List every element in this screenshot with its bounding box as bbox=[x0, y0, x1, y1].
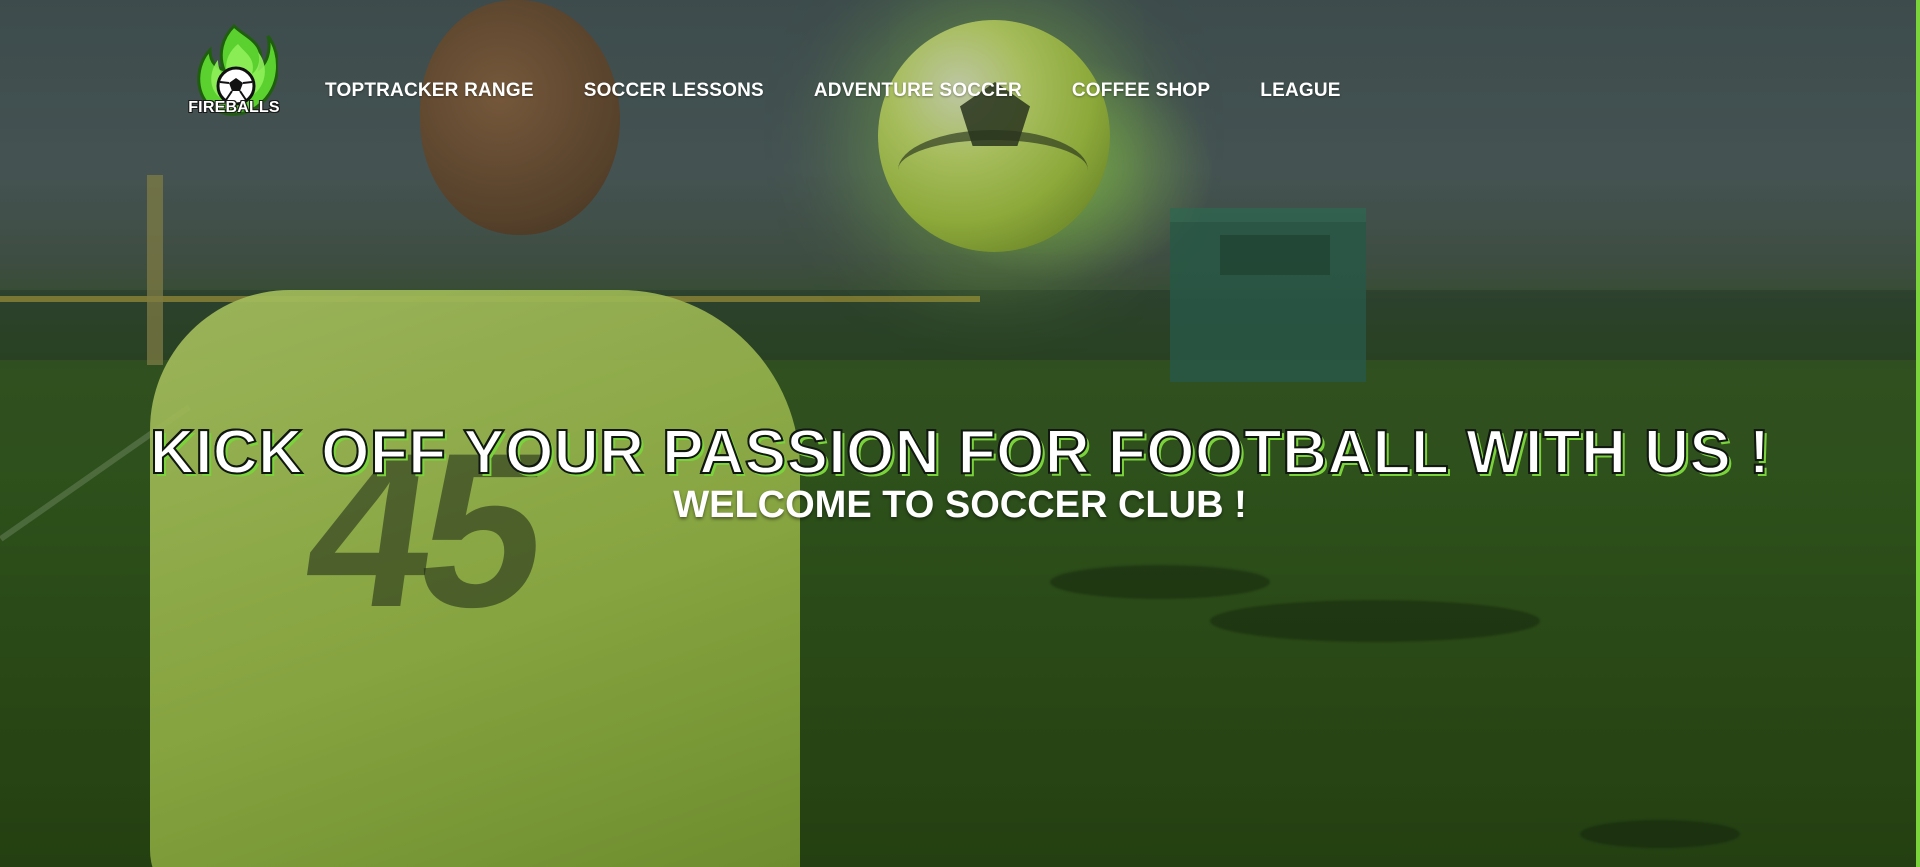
nav-link-coffee-shop[interactable]: COFFEE SHOP bbox=[1072, 78, 1210, 104]
nav-link-adventure-soccer[interactable]: ADVENTURE SOCCER bbox=[814, 78, 1022, 104]
site-header: FIREBALLS TOPTRACKER RANGE SOCCER LESSON… bbox=[0, 0, 1920, 140]
primary-nav: TOPTRACKER RANGE SOCCER LESSONS ADVENTUR… bbox=[325, 78, 1341, 104]
nav-link-toptracker-range[interactable]: TOPTRACKER RANGE bbox=[325, 78, 534, 104]
hero-subtitle: WELCOME TO SOCCER CLUB ! bbox=[673, 483, 1247, 526]
hero-title: KICK OFF YOUR PASSION FOR FOOTBALL WITH … bbox=[149, 417, 1771, 488]
hero-section: 45 FIREBALLS TOPTRACKER RANGE SOCCER LES… bbox=[0, 0, 1920, 867]
logo-text: FIREBALLS bbox=[188, 99, 280, 116]
nav-link-league[interactable]: LEAGUE bbox=[1260, 78, 1340, 104]
nav-link-soccer-lessons[interactable]: SOCCER LESSONS bbox=[584, 78, 764, 104]
